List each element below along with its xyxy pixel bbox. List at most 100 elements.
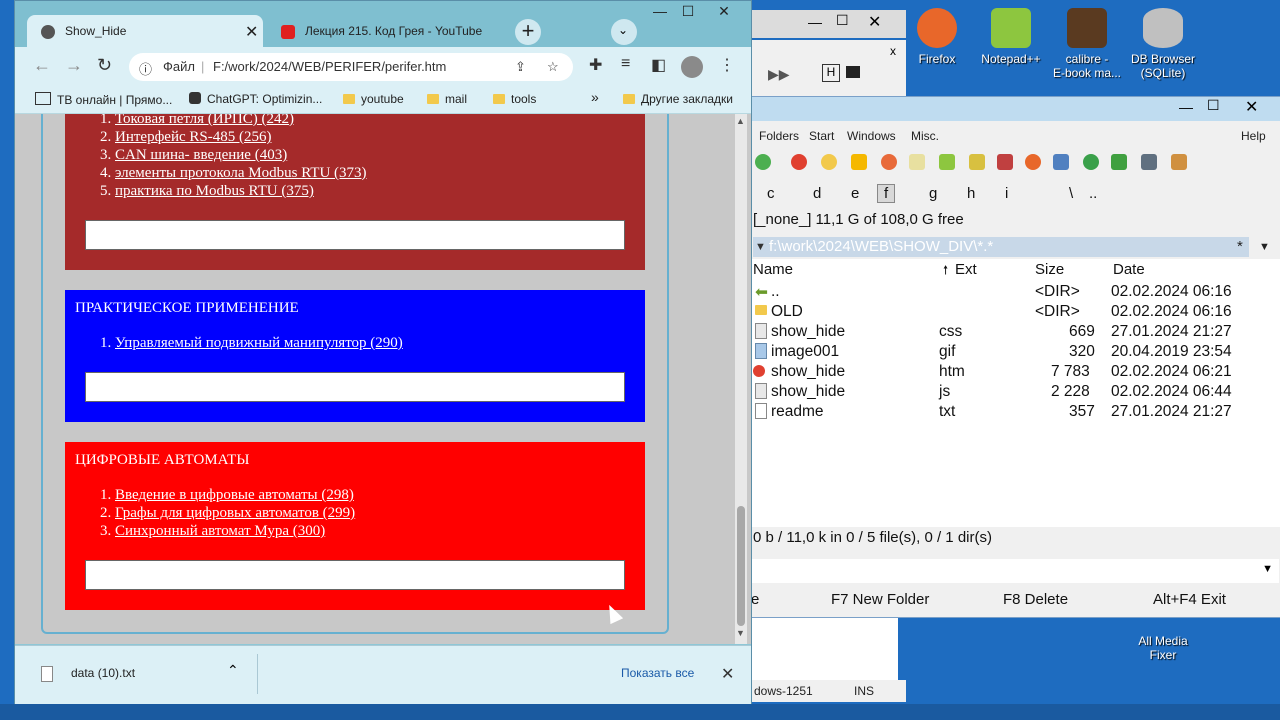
list-item[interactable]: Введение в цифровые автоматы (298)	[115, 486, 355, 504]
desktop-icon-calibre[interactable]: calibre - E-book ma...	[1048, 8, 1126, 80]
desktop-icon-allmedia[interactable]: All Media Fixer	[1124, 620, 1202, 662]
desktop-icon-notepadpp[interactable]: Notepad++	[972, 8, 1050, 66]
maximize-icon[interactable]: ☐	[836, 12, 849, 29]
tab-youtube[interactable]: Лекция 215. Код Грея - YouTube	[267, 15, 509, 47]
scroll-up-icon[interactable]: ▲	[736, 116, 745, 126]
media-player-icon[interactable]	[821, 154, 837, 170]
close-button[interactable]: ✕	[711, 3, 737, 21]
list-item[interactable]: элементы протокола Modbus RTU (373)	[115, 164, 367, 182]
reload-icon[interactable]: ↻	[97, 55, 112, 76]
table-row[interactable]: OLD <DIR> 02.02.2024 06:16	[749, 301, 1280, 321]
menu-help[interactable]: Help	[1241, 129, 1266, 143]
drive-e[interactable]: e	[851, 185, 859, 202]
macro-icon[interactable]: H	[822, 64, 840, 82]
chevron-up-icon[interactable]: ⌃	[227, 662, 239, 679]
drive-f[interactable]: f	[877, 184, 896, 203]
chevron-down-icon[interactable]: ▼	[1259, 237, 1270, 257]
refresh-icon[interactable]	[755, 154, 771, 170]
pdf-icon[interactable]	[909, 154, 925, 170]
chat-icon[interactable]	[1053, 154, 1069, 170]
path-bar[interactable]: ▼ f:\work\2024\WEB\SHOW_DIV\*.* * ▼	[753, 237, 1270, 257]
extensions-icon[interactable]: ✚	[589, 55, 602, 75]
list-item[interactable]: Синхронный автомат Мура (300)	[115, 522, 355, 540]
table-row[interactable]: ⬅ .. <DIR> 02.02.2024 06:16	[749, 281, 1280, 301]
column-ext[interactable]: Ext	[955, 261, 977, 278]
minimize-icon[interactable]: —	[1179, 99, 1193, 115]
list-item[interactable]: CAN шина- введение (403)	[115, 146, 367, 164]
table-row[interactable]: image001 gif 320 20.04.2019 23:54	[749, 341, 1280, 361]
side-panel-icon[interactable]: ◧	[651, 55, 666, 75]
close-icon[interactable]: ✕	[721, 664, 734, 684]
drive-d[interactable]: d	[813, 185, 821, 202]
table-row[interactable]: show_hide js 2 228 02.02.2024 06:44	[749, 381, 1280, 401]
list-item[interactable]: Управляемый подвижный манипулятор (290)	[115, 334, 403, 352]
tab-search-button[interactable]: ⌄	[611, 19, 637, 45]
link-icon[interactable]	[997, 154, 1013, 170]
new-folder-button[interactable]: F7 New Folder	[831, 591, 929, 608]
desktop-icon-dbbrowser[interactable]: DB Browser (SQLite)	[1124, 8, 1202, 80]
close-icon[interactable]: ✕	[1245, 97, 1258, 117]
tools-icon[interactable]	[1171, 154, 1187, 170]
bookmark-other[interactable]: Другие закладки	[623, 92, 733, 106]
close-icon[interactable]: x	[890, 44, 896, 58]
column-name[interactable]: Name	[753, 261, 793, 278]
text-box[interactable]	[85, 372, 625, 402]
warning-icon[interactable]	[851, 154, 867, 170]
info-icon[interactable]: ⓘ	[139, 59, 152, 78]
download-file-name[interactable]: data (10).txt	[71, 666, 135, 680]
delete-button[interactable]: F8 Delete	[1003, 591, 1068, 608]
close-icon[interactable]: ✕	[868, 12, 881, 32]
drive-h[interactable]: h	[967, 185, 975, 202]
drive-root[interactable]: \	[1069, 185, 1073, 202]
back-arrow-icon[interactable]: ←	[33, 55, 51, 76]
scroll-down-icon[interactable]: ▼	[736, 628, 745, 638]
new-tab-button[interactable]: +	[515, 19, 541, 45]
table-row[interactable]: show_hide htm 7 783 02.02.2024 06:21	[749, 361, 1280, 381]
drive-c[interactable]: c	[767, 185, 775, 202]
fast-forward-icon[interactable]: ▶▶	[768, 66, 790, 83]
paint-icon[interactable]	[969, 154, 985, 170]
text-box[interactable]	[85, 560, 625, 590]
monitor-icon[interactable]	[846, 66, 860, 78]
drive-i[interactable]: i	[1005, 185, 1008, 202]
command-line[interactable]: ▼	[749, 559, 1279, 583]
table-row[interactable]: show_hide css 669 27.01.2024 21:27	[749, 321, 1280, 341]
desktop-icon-firefox[interactable]: Firefox	[898, 8, 976, 66]
menu-start[interactable]: Start	[809, 129, 834, 143]
drive-up[interactable]: ..	[1089, 185, 1097, 202]
page-scrollbar[interactable]: ▲ ▼	[735, 114, 747, 644]
menu-dots-icon[interactable]: ⋮	[719, 55, 735, 75]
list-item[interactable]: Интерфейс RS-485 (256)	[115, 128, 367, 146]
list-item[interactable]: Графы для цифровых автоматов (299)	[115, 504, 355, 522]
show-all-downloads-link[interactable]: Показать все	[621, 666, 694, 680]
recycle-icon[interactable]	[1083, 154, 1099, 170]
drive-g[interactable]: g	[929, 185, 937, 202]
menu-folders[interactable]: Folders	[759, 129, 799, 143]
x64-icon[interactable]	[1111, 154, 1127, 170]
scrollbar-thumb[interactable]	[737, 506, 745, 626]
table-row[interactable]: readme txt 357 27.01.2024 21:27	[749, 401, 1280, 421]
path-filter[interactable]: *	[1237, 237, 1243, 257]
page-content[interactable]: Токовая петля (ИРПС) (242) Интерфейс RS-…	[15, 114, 751, 644]
exit-button[interactable]: Alt+F4 Exit	[1153, 591, 1226, 608]
bookmark-youtube[interactable]: youtube	[343, 92, 404, 106]
column-date[interactable]: Date	[1113, 261, 1145, 278]
minimize-button[interactable]: —	[647, 3, 673, 21]
minimize-icon[interactable]: —	[808, 14, 822, 30]
firefox-icon[interactable]	[1025, 154, 1041, 170]
chrome-window[interactable]: Show_Hide ✕ Лекция 215. Код Грея - YouTu…	[14, 0, 752, 706]
maximize-icon[interactable]: ☐	[1207, 97, 1220, 114]
forward-arrow-icon[interactable]: →	[65, 55, 83, 76]
text-box[interactable]	[85, 220, 625, 250]
maximize-button[interactable]: ☐	[675, 3, 701, 21]
notepad-icon[interactable]	[939, 154, 955, 170]
file-list[interactable]: Name 🠕 Ext Size Date ⬅ .. <DIR> 02.02.20…	[749, 259, 1280, 527]
star-icon[interactable]: ☆	[547, 59, 559, 75]
bookmark-chatgpt[interactable]: ChatGPT: Optimizin...	[189, 92, 322, 106]
bookmark-tools[interactable]: tools	[493, 92, 536, 106]
media-queue-icon[interactable]: ≡	[621, 55, 630, 73]
avatar[interactable]	[681, 56, 703, 78]
menu-misc[interactable]: Misc.	[911, 129, 939, 143]
list-item[interactable]: практика по Modbus RTU (375)	[115, 182, 367, 200]
bookmark-mail[interactable]: mail	[427, 92, 467, 106]
